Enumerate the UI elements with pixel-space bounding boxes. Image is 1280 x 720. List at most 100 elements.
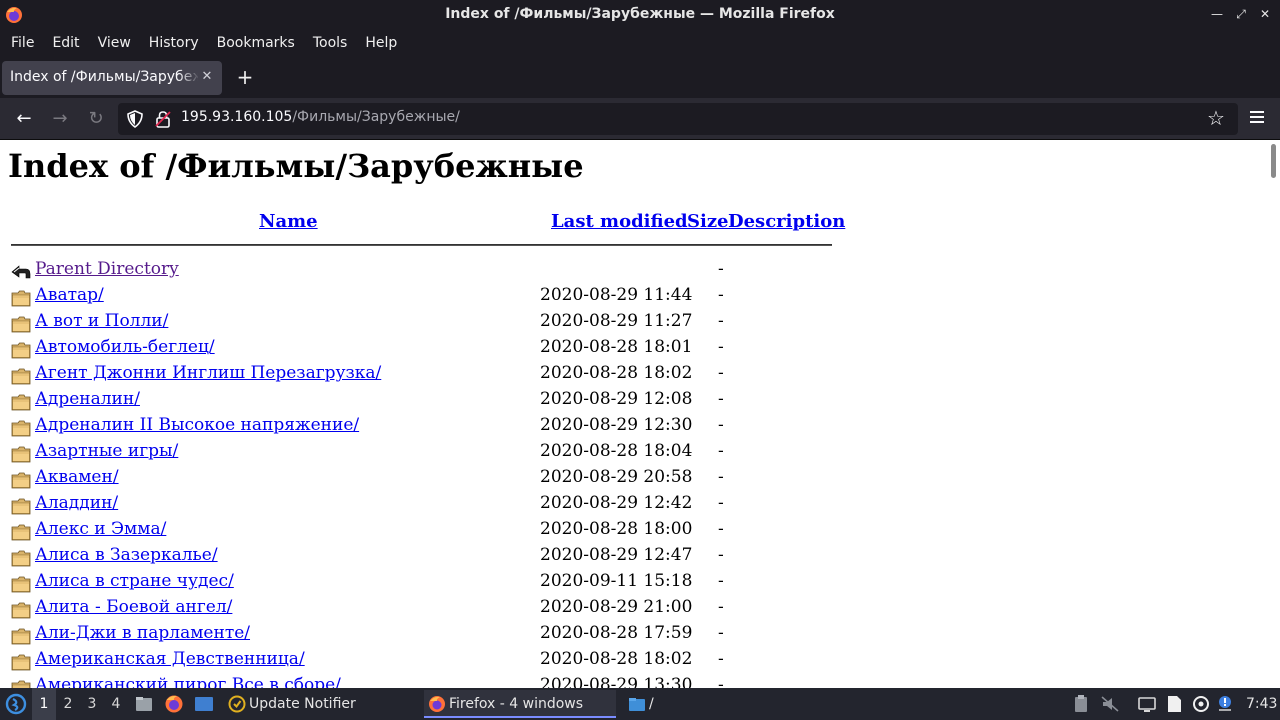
- directory-link[interactable]: Алекс и Эмма/: [35, 519, 166, 539]
- directory-link[interactable]: Американская Девственница/: [35, 649, 305, 669]
- start-menu-icon[interactable]: [5, 693, 27, 715]
- workspace-4[interactable]: 4: [104, 688, 128, 720]
- directory-link[interactable]: Американский пирог Все в сборе/: [35, 675, 341, 688]
- insecure-lock-icon[interactable]: [154, 110, 172, 128]
- parent-directory-link[interactable]: Parent Directory: [35, 259, 179, 279]
- menu-bar: File Edit View History Bookmarks Tools H…: [0, 30, 1280, 56]
- menu-help[interactable]: Help: [356, 32, 406, 54]
- directory-link[interactable]: Автомобиль-беглец/: [35, 337, 215, 357]
- header-divider: [11, 244, 832, 246]
- updates-tray-icon[interactable]: [1216, 694, 1236, 714]
- last-modified-cell: 2020-08-29 12:42: [540, 493, 693, 513]
- directory-link[interactable]: Азартные игры/: [35, 441, 178, 461]
- folder-icon: [11, 550, 31, 567]
- tracking-shield-icon[interactable]: [126, 110, 144, 128]
- size-cell: -: [718, 467, 724, 487]
- directory-link[interactable]: Аватар/: [35, 285, 104, 305]
- size-cell: -: [718, 285, 724, 305]
- last-modified-cell: 2020-08-28 18:02: [540, 649, 693, 669]
- directory-link[interactable]: Алиса в Зазеркалье/: [35, 545, 218, 565]
- clipboard-tray-icon[interactable]: [1071, 694, 1091, 714]
- notes-tray-icon[interactable]: [1164, 694, 1184, 714]
- volume-muted-icon[interactable]: [1100, 694, 1120, 714]
- url-path: /Фильмы/Зарубежные/: [292, 109, 460, 125]
- directory-link[interactable]: Агент Джонни Инглиш Перезагрузка/: [35, 363, 381, 383]
- folder-icon: [11, 602, 31, 619]
- directory-row: Алита - Боевой ангел/2020-08-29 21:00 -: [0, 597, 840, 623]
- url-bar[interactable]: 195.93.160.105/Фильмы/Зарубежные/ ☆: [118, 103, 1238, 135]
- workspace-2[interactable]: 2: [56, 688, 80, 720]
- size-cell: -: [718, 571, 724, 591]
- close-icon[interactable]: ✕: [1258, 6, 1272, 22]
- task-folder[interactable]: /: [624, 690, 734, 718]
- directory-row: Автомобиль-беглец/2020-08-28 18:01 -: [0, 337, 840, 363]
- menu-bookmarks[interactable]: Bookmarks: [208, 32, 304, 54]
- menu-edit[interactable]: Edit: [43, 32, 88, 54]
- menu-tools[interactable]: Tools: [304, 32, 357, 54]
- size-cell: -: [718, 415, 724, 435]
- menu-file[interactable]: File: [2, 32, 43, 54]
- directory-link[interactable]: А вот и Полли/: [35, 311, 168, 331]
- scrollbar-thumb[interactable]: [1271, 144, 1276, 178]
- last-modified-cell: 2020-08-28 18:01: [540, 337, 693, 357]
- desktop-launcher-icon[interactable]: [194, 694, 214, 714]
- firefox-launcher-icon[interactable]: [164, 694, 184, 714]
- forward-icon[interactable]: →: [48, 107, 72, 131]
- minimize-icon[interactable]: —: [1210, 6, 1224, 22]
- new-tab-icon[interactable]: +: [234, 66, 256, 88]
- task-label: /: [649, 696, 654, 712]
- bookmark-star-icon[interactable]: ☆: [1206, 108, 1226, 128]
- menu-history[interactable]: History: [140, 32, 208, 54]
- directory-link[interactable]: Али-Джи в парламенте/: [35, 623, 250, 643]
- reload-icon[interactable]: ↻: [84, 107, 108, 131]
- size-cell: -: [718, 337, 724, 357]
- file-manager-launcher-icon[interactable]: [134, 694, 154, 714]
- folder-icon: [11, 446, 31, 463]
- url-text[interactable]: 195.93.160.105/Фильмы/Зарубежные/: [181, 109, 460, 125]
- task-firefox[interactable]: Firefox - 4 windows: [424, 690, 616, 718]
- column-name-header[interactable]: Name: [259, 211, 318, 232]
- folder-icon: [11, 680, 31, 688]
- directory-row: Алиса в стране чудес/2020-09-11 15:18 -: [0, 571, 840, 597]
- tab-index[interactable]: Index of /Фильмы/Зарубежные ✕: [2, 61, 222, 95]
- folder-icon: [11, 472, 31, 489]
- directory-row: Алекс и Эмма/2020-08-28 18:00 -: [0, 519, 840, 545]
- directory-link[interactable]: Алита - Боевой ангел/: [35, 597, 232, 617]
- network-tray-icon[interactable]: [1191, 694, 1211, 714]
- clock: 7:43: [1246, 696, 1278, 712]
- menu-view[interactable]: View: [89, 32, 140, 54]
- size-cell: -: [718, 493, 724, 513]
- size-cell: -: [718, 545, 724, 565]
- size-cell: -: [718, 649, 724, 669]
- app-menu-icon[interactable]: [1247, 108, 1267, 128]
- size-cell: -: [718, 389, 724, 409]
- back-icon[interactable]: ←: [12, 107, 36, 131]
- column-last-modified-header[interactable]: Last modified: [551, 211, 688, 232]
- restore-icon[interactable]: ⤢: [1234, 6, 1248, 22]
- last-modified-cell: 2020-08-29 12:30: [540, 415, 693, 435]
- tab-bar: Index of /Фильмы/Зарубежные ✕ +: [0, 56, 1280, 98]
- directory-link[interactable]: Алиса в стране чудес/: [35, 571, 234, 591]
- directory-row: Аватар/2020-08-29 11:44 -: [0, 285, 840, 311]
- workspace-3[interactable]: 3: [80, 688, 104, 720]
- column-size-header[interactable]: Size: [687, 211, 729, 232]
- column-description-header[interactable]: Description: [728, 211, 845, 232]
- workspace-1[interactable]: 1: [32, 688, 56, 720]
- task-update-notifier[interactable]: Update Notifier: [224, 690, 414, 718]
- last-modified-cell: 2020-08-29 13:30: [540, 675, 693, 688]
- page-heading: Index of /Фильмы/Зарубежные: [8, 147, 584, 185]
- page-content: Index of /Фильмы/Зарубежные Name Last mo…: [0, 141, 1280, 688]
- tab-close-icon[interactable]: ✕: [200, 69, 214, 85]
- directory-row: Аладдин/2020-08-29 12:42 -: [0, 493, 840, 519]
- last-modified-cell: 2020-08-29 11:27: [540, 311, 693, 331]
- directory-link[interactable]: Адреналин/: [35, 389, 140, 409]
- last-modified-cell: 2020-08-28 17:59: [540, 623, 693, 643]
- screen-tray-icon[interactable]: [1137, 694, 1157, 714]
- size-cell: -: [718, 597, 724, 617]
- directory-link[interactable]: Аладдин/: [35, 493, 118, 513]
- directory-row: Аквамен/2020-08-29 20:58 -: [0, 467, 840, 493]
- page-scrollbar[interactable]: [1268, 141, 1280, 688]
- last-modified-cell: 2020-08-29 11:44: [540, 285, 693, 305]
- directory-link[interactable]: Адреналин II Высокое напряжение/: [35, 415, 359, 435]
- directory-link[interactable]: Аквамен/: [35, 467, 119, 487]
